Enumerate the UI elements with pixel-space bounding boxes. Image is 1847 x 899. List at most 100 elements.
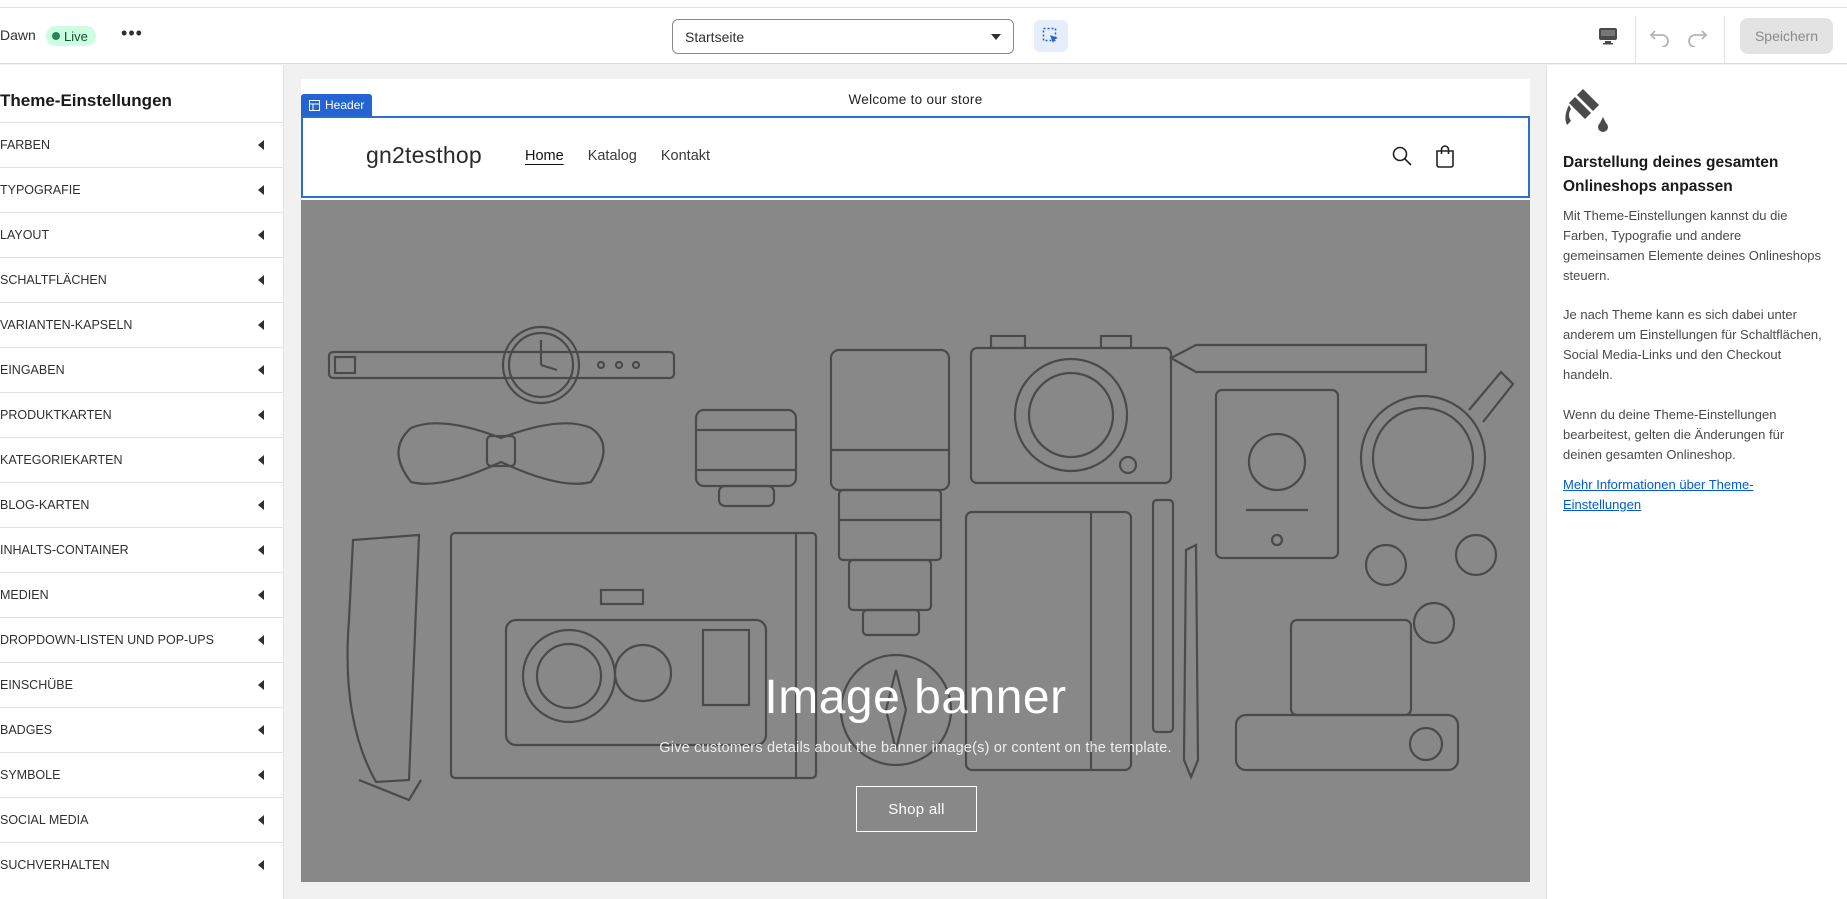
caret-left-icon [258, 860, 264, 870]
page-selector[interactable]: Startseite [672, 19, 1014, 54]
caret-left-icon [258, 590, 264, 600]
caret-left-icon [258, 680, 264, 690]
info-paragraph: Wenn du deine Theme-Einstellungen bearbe… [1563, 407, 1785, 462]
caret-left-icon [258, 140, 264, 150]
settings-item-label: FARBEN [0, 138, 51, 152]
search-button[interactable] [1389, 143, 1415, 169]
announcement-bar[interactable]: Welcome to our store [301, 79, 1530, 119]
settings-item[interactable]: SYMBOLE [0, 752, 284, 797]
nav-item-katalog[interactable]: Katalog [588, 148, 637, 164]
settings-item-label: PRODUKTKARTEN [0, 408, 112, 422]
settings-item-label: MEDIEN [0, 588, 49, 602]
banner-heading: Image banner [764, 671, 1067, 724]
caret-left-icon [258, 635, 264, 645]
desktop-preview-button[interactable] [1594, 24, 1622, 48]
editor-topbar: Dawn Live ••• Startseite Speichern [0, 8, 1847, 64]
settings-item[interactable]: SCHALTFLÄCHEN [0, 257, 284, 302]
settings-item[interactable]: LAYOUT [0, 212, 284, 257]
main-navigation: Home Katalog Kontakt [525, 148, 710, 164]
caret-left-icon [258, 365, 264, 375]
settings-item-label: LAYOUT [0, 228, 50, 242]
toolbar-divider [1635, 16, 1636, 64]
settings-item[interactable]: INHALTS-CONTAINER [0, 527, 284, 572]
settings-item[interactable]: EINGABEN [0, 347, 284, 392]
nav-item-kontakt[interactable]: Kontakt [661, 148, 710, 164]
settings-item-label: SUCHVERHALTEN [0, 858, 110, 872]
caret-left-icon [258, 410, 264, 420]
undo-button[interactable] [1646, 24, 1674, 50]
settings-item[interactable]: TYPOGRAFIE [0, 167, 284, 212]
theme-settings-info-panel: Darstellung deines gesamten Onlineshops … [1546, 65, 1847, 899]
undo-icon [1649, 30, 1669, 47]
settings-item[interactable]: MEDIEN [0, 572, 284, 617]
settings-item-label: VARIANTEN-KAPSELN [0, 318, 133, 332]
store-preview: Welcome to our store Header gn2testhop H… [301, 79, 1530, 882]
theme-name: Dawn [0, 27, 36, 43]
settings-item-label: DROPDOWN-LISTEN UND POP-UPS [0, 633, 214, 647]
learn-more-link[interactable]: Mehr Informationen über Theme-Einstellun… [1563, 475, 1823, 515]
banner-illustration [327, 325, 1515, 802]
banner-subheading: Give customers details about the banner … [659, 740, 1172, 756]
caret-left-icon [258, 500, 264, 510]
caret-left-icon [258, 725, 264, 735]
settings-item-label: TYPOGRAFIE [0, 183, 81, 197]
shopping-bag-icon [1436, 145, 1454, 168]
redo-button[interactable] [1683, 24, 1711, 50]
settings-list: FARBEN TYPOGRAFIE LAYOUT SCHALTFLÄCHEN VARIA… [0, 122, 284, 887]
settings-item-label: EINGABEN [0, 363, 65, 377]
settings-item[interactable]: PRODUKTKARTEN [0, 392, 284, 437]
settings-item[interactable]: FARBEN [0, 122, 284, 167]
paint-brush-icon [1565, 89, 1608, 132]
settings-item[interactable]: VARIANTEN-KAPSELN [0, 302, 284, 347]
live-status-badge: Live [46, 26, 96, 46]
image-banner-section[interactable]: Image banner Give customers details abou… [301, 200, 1530, 882]
settings-item[interactable]: EINSCHÜBE [0, 662, 284, 707]
section-tag-header[interactable]: Header [301, 94, 373, 116]
theme-settings-sidebar: Theme-Einstellungen FARBEN TYPOGRAFIE LAYO… [0, 65, 284, 899]
shop-all-button[interactable]: Shop all [856, 786, 977, 832]
settings-item[interactable]: SOCIAL MEDIA [0, 797, 284, 842]
caret-left-icon [258, 455, 264, 465]
settings-item[interactable]: BLOG-KARTEN [0, 482, 284, 527]
redo-icon [1688, 30, 1708, 47]
settings-item-label: BLOG-KARTEN [0, 498, 90, 512]
section-tag-label: Header [325, 98, 365, 112]
settings-item[interactable]: BADGES [0, 707, 284, 752]
nav-item-home[interactable]: Home [525, 148, 564, 164]
more-actions-button[interactable]: ••• [118, 24, 146, 48]
settings-item-label: EINSCHÜBE [0, 678, 73, 692]
settings-item[interactable]: SUCHVERHALTEN [0, 842, 284, 887]
toolbar-divider [1724, 16, 1725, 64]
sidebar-title: Theme-Einstellungen [0, 91, 172, 110]
section-layout-icon [309, 99, 320, 111]
cart-button[interactable] [1432, 143, 1458, 169]
settings-item[interactable]: KATEGORIEKARTEN [0, 437, 284, 482]
info-panel-title: Darstellung deines gesamten Onlineshops … [1563, 154, 1779, 195]
settings-item-label: SYMBOLE [0, 768, 61, 782]
settings-item-label: SOCIAL MEDIA [0, 813, 89, 827]
settings-item-label: SCHALTFLÄCHEN [0, 273, 107, 287]
page-selector-value: Startseite [685, 28, 745, 45]
settings-item[interactable]: DROPDOWN-LISTEN UND POP-UPS [0, 617, 284, 662]
desktop-icon [1599, 28, 1617, 45]
preview-canvas: Welcome to our store Header gn2testhop H… [285, 65, 1546, 899]
settings-item-label: INHALTS-CONTAINER [0, 543, 129, 557]
info-paragraph: Je nach Theme kann es sich dabei unter a… [1563, 307, 1822, 382]
settings-item-label: BADGES [0, 723, 53, 737]
browser-top-strip [0, 0, 1847, 8]
save-button[interactable]: Speichern [1740, 18, 1833, 54]
search-icon [1392, 146, 1412, 166]
caret-left-icon [258, 545, 264, 555]
select-cursor-icon [1042, 27, 1058, 43]
chevron-down-icon [991, 33, 1001, 40]
live-status-label: Live [64, 28, 88, 44]
info-paragraph: Mit Theme-Einstellungen kannst du die Fa… [1563, 208, 1821, 283]
store-header-section[interactable]: gn2testhop Home Katalog Kontakt [301, 116, 1530, 198]
inspector-toggle-button[interactable] [1034, 20, 1068, 52]
caret-left-icon [258, 185, 264, 195]
caret-left-icon [258, 320, 264, 330]
live-dot-icon [52, 32, 60, 40]
settings-item-label: KATEGORIEKARTEN [0, 453, 123, 467]
store-logo[interactable]: gn2testhop [366, 142, 482, 169]
caret-left-icon [258, 815, 264, 825]
